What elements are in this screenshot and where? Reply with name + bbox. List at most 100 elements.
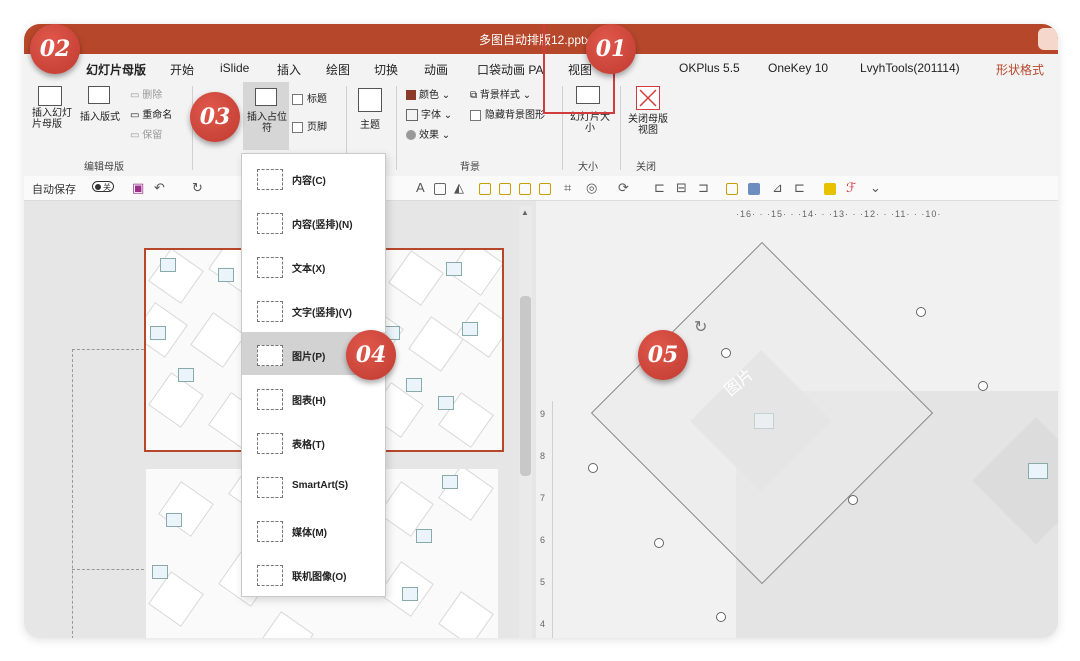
vertical-ruler: 9 8 7 6 5 4	[538, 401, 553, 638]
menu-item-smartart[interactable]: SmartArt(S)	[242, 464, 385, 507]
insert-layout-label[interactable]: 插入版式	[80, 108, 120, 123]
theme-label[interactable]: 主题	[360, 116, 380, 131]
distribute-icon[interactable]: ⊏	[794, 180, 805, 196]
resize-handle[interactable]	[721, 348, 731, 358]
resize-handle[interactable]	[978, 381, 988, 391]
close-master-view-label[interactable]: 关闭母版视图	[626, 114, 670, 136]
scroll-up-icon[interactable]: ▲	[521, 208, 529, 217]
background-styles-dropdown[interactable]: ⧉ 背景样式 ⌄	[470, 86, 531, 101]
step-badge-01: 01	[586, 24, 636, 74]
menu-item-text[interactable]: 文本(X)	[242, 244, 385, 287]
slide-editor: ·16· · ·15· · ·14· · ·13· · ·12· · ·11· …	[536, 201, 1058, 638]
highlight-icon[interactable]	[824, 183, 836, 195]
tab-shape-format[interactable]: 形状格式	[996, 61, 1044, 78]
theme-icon[interactable]	[358, 88, 382, 112]
slide-size-label[interactable]: 幻灯片大小	[570, 112, 610, 134]
delete-button[interactable]: ▭ 删除	[130, 86, 162, 101]
rotate-icon[interactable]: ⟳	[618, 180, 629, 196]
ribbon: 插入幻灯片母版 插入版式 ▭ 删除 ▭ 重命名 ▭ 保留 编辑母版 插入占位符 …	[24, 80, 1058, 177]
tab-lvyhtools[interactable]: LvyhTools(201114)	[860, 61, 960, 75]
menu-item-media[interactable]: 媒体(M)	[242, 508, 385, 551]
fill-icon[interactable]: ◭	[454, 180, 464, 196]
tab-okplus[interactable]: OKPlus 5.5	[679, 61, 740, 75]
title-checkbox[interactable]: 标题	[292, 90, 327, 105]
horizontal-ruler: ·16· · ·15· · ·14· · ·13· · ·12· · ·11· …	[736, 209, 942, 219]
colors-dropdown[interactable]: 颜色 ⌄	[406, 86, 450, 101]
close-master-view-icon[interactable]	[636, 86, 660, 110]
tab-slide-master[interactable]: 幻灯片母版	[86, 61, 147, 82]
send-backward-icon[interactable]	[539, 183, 551, 195]
effects-dropdown[interactable]: 效果 ⌄	[406, 126, 450, 141]
insert-slide-master-label[interactable]: 插入幻灯片母版	[32, 108, 72, 130]
resize-handle[interactable]	[848, 495, 858, 505]
align-left-icon[interactable]: ⊏	[654, 180, 665, 196]
align-right-icon[interactable]: ⊐	[698, 180, 709, 196]
group-label-size: 大小	[578, 162, 598, 173]
rename-button[interactable]: ▭ 重命名	[130, 106, 172, 121]
resize-handle[interactable]	[716, 612, 726, 622]
layout-connector	[72, 569, 144, 570]
media-placeholder-icon	[257, 521, 283, 542]
shape-effects-icon[interactable]: ◎	[586, 180, 597, 196]
menu-item-online-image[interactable]: 联机图像(O)	[242, 552, 385, 595]
menu-item-content[interactable]: 内容(C)	[242, 156, 385, 199]
tab-onekey[interactable]: OneKey 10	[768, 61, 828, 75]
picture-placeholder-icon	[1028, 463, 1048, 479]
resize-handle[interactable]	[916, 307, 926, 317]
save-icon[interactable]: ▣	[132, 180, 144, 196]
insert-placeholder-button[interactable]: 插入占位符	[243, 82, 289, 150]
tab-draw[interactable]: 绘图	[326, 61, 350, 78]
layout-connector	[72, 349, 144, 350]
menu-item-text-vertical[interactable]: 文字(竖排)(V)	[242, 288, 385, 331]
group-icon[interactable]	[499, 183, 511, 195]
arrange-icon[interactable]	[479, 183, 491, 195]
bring-forward-icon[interactable]	[519, 183, 531, 195]
redo-icon[interactable]: ↻	[192, 180, 203, 196]
rotate-handle-icon[interactable]: ↻	[694, 317, 707, 337]
quick-access-toolbar: 自动保存 关 ▣ ↶ ↻ A ◭ ⌗ ◎ ⟳ ⊏ ⊟ ⊐ ⊿ ⊏ ℱ ⌄	[24, 176, 1058, 201]
shape-icon[interactable]	[726, 183, 738, 195]
hide-background-checkbox[interactable]: 隐藏背景图形	[470, 106, 545, 121]
tab-pocket-animation[interactable]: 口袋动画 PA	[477, 61, 543, 78]
menu-item-table[interactable]: 表格(T)	[242, 420, 385, 463]
edit-points-icon[interactable]: ⊿	[772, 180, 783, 196]
tab-animations[interactable]: 动画	[424, 61, 448, 78]
group-label-close: 关闭	[636, 162, 656, 173]
step-badge-02: 02	[30, 24, 80, 74]
online-image-placeholder-icon	[257, 565, 283, 586]
tab-islide[interactable]: iSlide	[220, 61, 249, 75]
footer-checkbox[interactable]: 页脚	[292, 118, 327, 133]
autosave-toggle[interactable]: 关	[92, 181, 114, 192]
insert-slide-master-icon[interactable]	[38, 86, 62, 106]
tab-insert[interactable]: 插入	[277, 61, 301, 78]
step-badge-03: 03	[190, 92, 240, 142]
smartart-placeholder-icon	[257, 477, 283, 498]
preserve-button[interactable]: ▭ 保留	[130, 126, 162, 141]
tab-transitions[interactable]: 切换	[374, 61, 398, 78]
resize-handle[interactable]	[654, 538, 664, 548]
insert-layout-icon[interactable]	[88, 86, 110, 104]
format-painter-icon[interactable]: ℱ	[846, 180, 856, 196]
fonts-dropdown[interactable]: 字体 ⌄	[406, 106, 452, 122]
crop-icon[interactable]: ⌗	[564, 180, 571, 196]
thumbnail-scrollbar[interactable]: ▲	[519, 206, 532, 638]
png-export-icon[interactable]	[748, 183, 760, 195]
window-corner	[1038, 28, 1058, 50]
menu-item-content-vertical[interactable]: 内容(竖排)(N)	[242, 200, 385, 243]
insert-placeholder-label: 插入占位符	[247, 112, 287, 134]
align-center-icon[interactable]: ⊟	[676, 180, 687, 196]
menu-item-chart[interactable]: 图表(H)	[242, 376, 385, 419]
content-placeholder-icon	[257, 169, 283, 190]
customize-qat-icon[interactable]: ⌄	[870, 180, 881, 196]
resize-handle[interactable]	[588, 463, 598, 473]
shape-outline-icon[interactable]	[434, 183, 446, 195]
ribbon-tabs: 幻灯片母版 开始 iSlide 插入 绘图 切换 动画 口袋动画 PA 视图 O…	[24, 54, 1058, 82]
font-color-icon[interactable]: A	[416, 180, 425, 195]
app-window: 多图自动排版12.pptx 幻灯片母版 开始 iSlide 插入 绘图 切换 动…	[24, 24, 1058, 638]
ribbon-separator	[396, 86, 397, 170]
step-badge-05: 05	[638, 330, 688, 380]
tab-home[interactable]: 开始	[170, 61, 194, 78]
scrollbar-thumb[interactable]	[520, 296, 531, 476]
chart-placeholder-icon	[257, 389, 283, 410]
undo-icon[interactable]: ↶	[154, 180, 165, 196]
